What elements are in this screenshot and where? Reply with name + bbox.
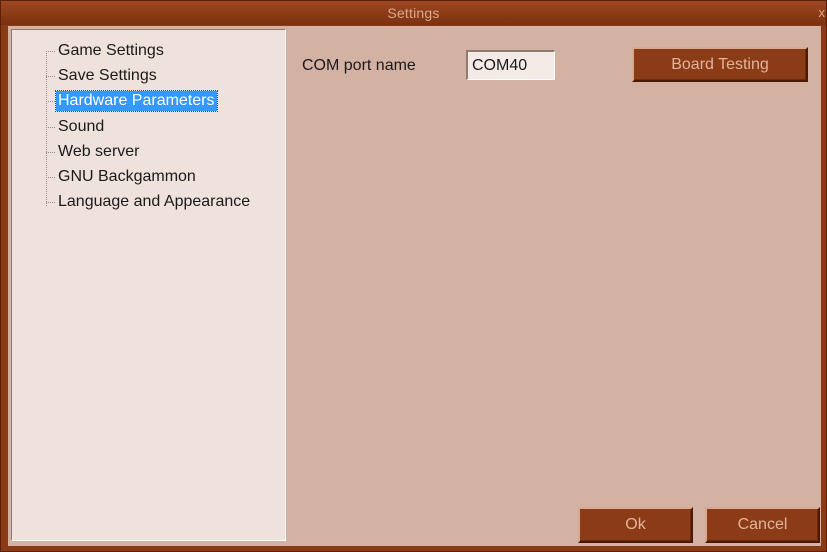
- tree-item-label: Sound: [58, 118, 105, 135]
- settings-client-area: Game Settings Save Settings Hardware Par…: [8, 26, 821, 546]
- settings-window: Settings x Game Settings Save Settings H…: [0, 0, 827, 552]
- tree-item-language-and-appearance[interactable]: Language and Appearance: [46, 192, 252, 212]
- title-bar[interactable]: Settings x: [1, 1, 826, 25]
- com-port-label: COM port name: [302, 57, 416, 74]
- board-testing-button[interactable]: Board Testing: [632, 47, 808, 82]
- tree-item-label: GNU Backgammon: [58, 168, 196, 185]
- tree-item-label: Game Settings: [58, 42, 164, 59]
- tree-item-game-settings[interactable]: Game Settings: [46, 41, 166, 61]
- tree-branch-connector: [46, 176, 55, 178]
- cancel-button[interactable]: Cancel: [705, 507, 820, 543]
- tree-item-label: Hardware Parameters: [55, 90, 218, 112]
- ok-button[interactable]: Ok: [578, 507, 693, 543]
- tree-item-label: Web server: [58, 143, 140, 160]
- tree-item-gnu-backgammon[interactable]: GNU Backgammon: [46, 167, 198, 187]
- tree-item-label: Save Settings: [58, 67, 157, 84]
- tree-branch-connector: [46, 201, 55, 203]
- tree-item-label: Language and Appearance: [58, 193, 251, 210]
- window-title: Settings: [387, 5, 440, 21]
- tree-branch-connector: [46, 100, 55, 102]
- tree-branch-connector: [46, 126, 55, 128]
- settings-category-tree[interactable]: Game Settings Save Settings Hardware Par…: [11, 29, 286, 541]
- tree-item-hardware-parameters[interactable]: Hardware Parameters: [46, 90, 218, 112]
- tree-item-sound[interactable]: Sound: [46, 117, 106, 137]
- tree-item-web-server[interactable]: Web server: [46, 142, 142, 162]
- com-port-input[interactable]: [466, 50, 555, 80]
- tree-branch-connector: [46, 50, 55, 52]
- tree-item-save-settings[interactable]: Save Settings: [46, 66, 159, 86]
- close-icon[interactable]: x: [819, 5, 826, 20]
- tree-branch-connector: [46, 75, 55, 77]
- tree-branch-connector: [46, 151, 55, 153]
